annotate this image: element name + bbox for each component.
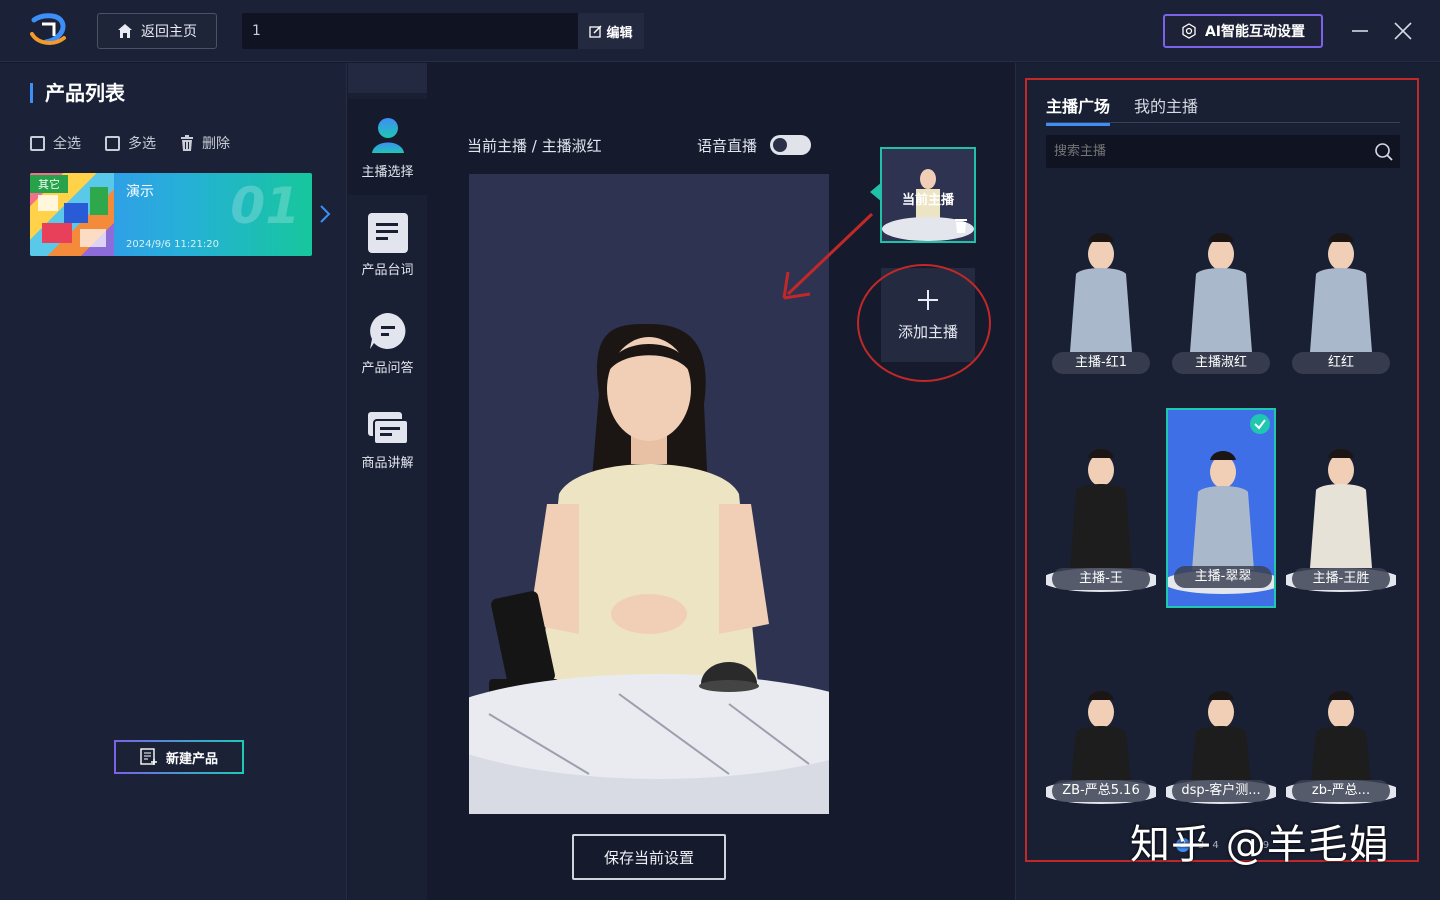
app-logo-icon: [30, 13, 66, 45]
host-name: dsp-客户测...: [1172, 780, 1270, 802]
host-name: ZB-严总5.16: [1052, 780, 1150, 802]
toggle-knob: [773, 138, 787, 152]
product-index: 01: [230, 177, 300, 235]
host-name: zb-严总...: [1292, 780, 1390, 802]
check-icon: [1250, 414, 1270, 434]
title-field: 编辑: [242, 13, 644, 49]
new-product-label: 新建产品: [165, 751, 218, 767]
search-icon[interactable]: [1374, 142, 1394, 162]
checkbox-icon: [30, 135, 45, 151]
chat-icon: [369, 312, 405, 349]
save-settings-label: 保存当前设置: [603, 848, 694, 867]
chevron-right-icon[interactable]: [318, 203, 332, 225]
nav-label: 产品问答: [361, 360, 414, 376]
edit-icon: [589, 24, 603, 38]
host-card[interactable]: 主播-王胜: [1286, 408, 1396, 608]
product-list-title: 产品列表: [30, 83, 125, 103]
feature-nav: 主播选择 产品台词 产品问答 商品讲解: [348, 63, 427, 900]
product-name: 演示: [126, 184, 154, 200]
host-card[interactable]: 主播淑红: [1166, 192, 1276, 392]
host-search: [1046, 135, 1400, 168]
person-icon: [371, 117, 404, 153]
select-all-checkbox[interactable]: 全选: [30, 133, 81, 153]
settings-icon: [1182, 23, 1196, 39]
nav-header: [348, 63, 427, 93]
multi-select-checkbox[interactable]: 多选: [105, 133, 156, 153]
nav-label: 主播选择: [361, 164, 414, 180]
close-icon[interactable]: [1392, 20, 1414, 42]
voice-live-toggle[interactable]: [770, 135, 811, 155]
edit-button[interactable]: 编辑: [578, 13, 644, 49]
host-card[interactable]: 红红: [1286, 192, 1396, 392]
watermark: 知乎 @羊毛娟: [1130, 822, 1390, 868]
nav-label: 商品讲解: [361, 455, 414, 471]
voice-live-label: 语音直播: [697, 137, 758, 155]
product-sidebar: 产品列表 全选 多选 删除 其它 演示 2024/9/6 11:21:20 01: [0, 63, 347, 900]
trash-icon[interactable]: [954, 217, 968, 233]
host-name: 主播-红1: [1052, 352, 1150, 374]
host-card[interactable]: 主播-王: [1046, 408, 1156, 608]
new-product-button[interactable]: 新建产品: [114, 740, 244, 774]
host-name: 主播-翠翠: [1174, 566, 1272, 588]
top-bar: 返回主页 编辑 AI智能互动设置: [0, 0, 1440, 62]
nav-item-product-qa[interactable]: 产品问答: [348, 295, 427, 391]
host-card[interactable]: 主播-红1: [1046, 192, 1156, 392]
ai-settings-label: AI智能互动设置: [1204, 24, 1306, 40]
host-card[interactable]: dsp-客户测...: [1166, 620, 1276, 820]
save-settings-button[interactable]: 保存当前设置: [572, 834, 726, 880]
tab-my-hosts[interactable]: 我的主播: [1134, 93, 1198, 123]
nav-item-host-select[interactable]: 主播选择: [348, 99, 427, 195]
current-host-label: 当前主播 / 主播淑红: [467, 137, 602, 155]
host-search-input[interactable]: [1046, 135, 1366, 168]
current-host-thumb-label: 当前主播: [901, 193, 954, 208]
annotation-circle: [857, 264, 991, 382]
host-card[interactable]: 主播-翠翠: [1166, 408, 1276, 608]
host-name: 主播淑红: [1172, 352, 1270, 374]
home-icon: [118, 24, 132, 38]
trash-icon: [181, 135, 193, 151]
host-card[interactable]: ZB-严总5.16: [1046, 620, 1156, 820]
annotation-arrow-icon: [782, 212, 874, 300]
document-icon: [367, 212, 408, 253]
host-name: 主播-王胜: [1292, 568, 1390, 590]
host-name: 红红: [1292, 352, 1390, 374]
nav-label: 产品台词: [361, 262, 414, 278]
ai-settings-button[interactable]: AI智能互动设置: [1163, 14, 1323, 48]
category-badge: 其它: [30, 175, 68, 193]
host-card[interactable]: zb-严总...: [1286, 620, 1396, 820]
product-card[interactable]: 其它 演示 2024/9/6 11:21:20 01: [30, 173, 312, 256]
host-tabs: 主播广场 我的主播: [1046, 93, 1400, 126]
product-date: 2024/9/6 11:21:20: [126, 239, 220, 250]
nav-item-product-script[interactable]: 产品台词: [348, 197, 427, 293]
current-host-thumbnail[interactable]: 当前主播: [880, 147, 976, 243]
host-name: 主播-王: [1052, 568, 1150, 590]
checkbox-icon: [105, 135, 120, 151]
delete-button[interactable]: 删除: [180, 133, 230, 153]
nav-item-product-explain[interactable]: 商品讲解: [348, 393, 427, 489]
multi-select-label: 多选: [128, 136, 156, 152]
home-button[interactable]: 返回主页: [97, 13, 217, 49]
add-document-icon: [140, 748, 157, 765]
edit-button-label: 编辑: [606, 25, 633, 41]
slides-icon: [367, 411, 408, 445]
home-button-label: 返回主页: [141, 24, 197, 40]
title-input[interactable]: [242, 13, 578, 49]
delete-label: 删除: [202, 136, 230, 152]
list-options: 全选 多选 删除: [30, 133, 230, 153]
tab-host-square[interactable]: 主播广场: [1046, 93, 1111, 126]
select-all-label: 全选: [53, 136, 81, 152]
minimize-icon[interactable]: [1350, 18, 1370, 44]
